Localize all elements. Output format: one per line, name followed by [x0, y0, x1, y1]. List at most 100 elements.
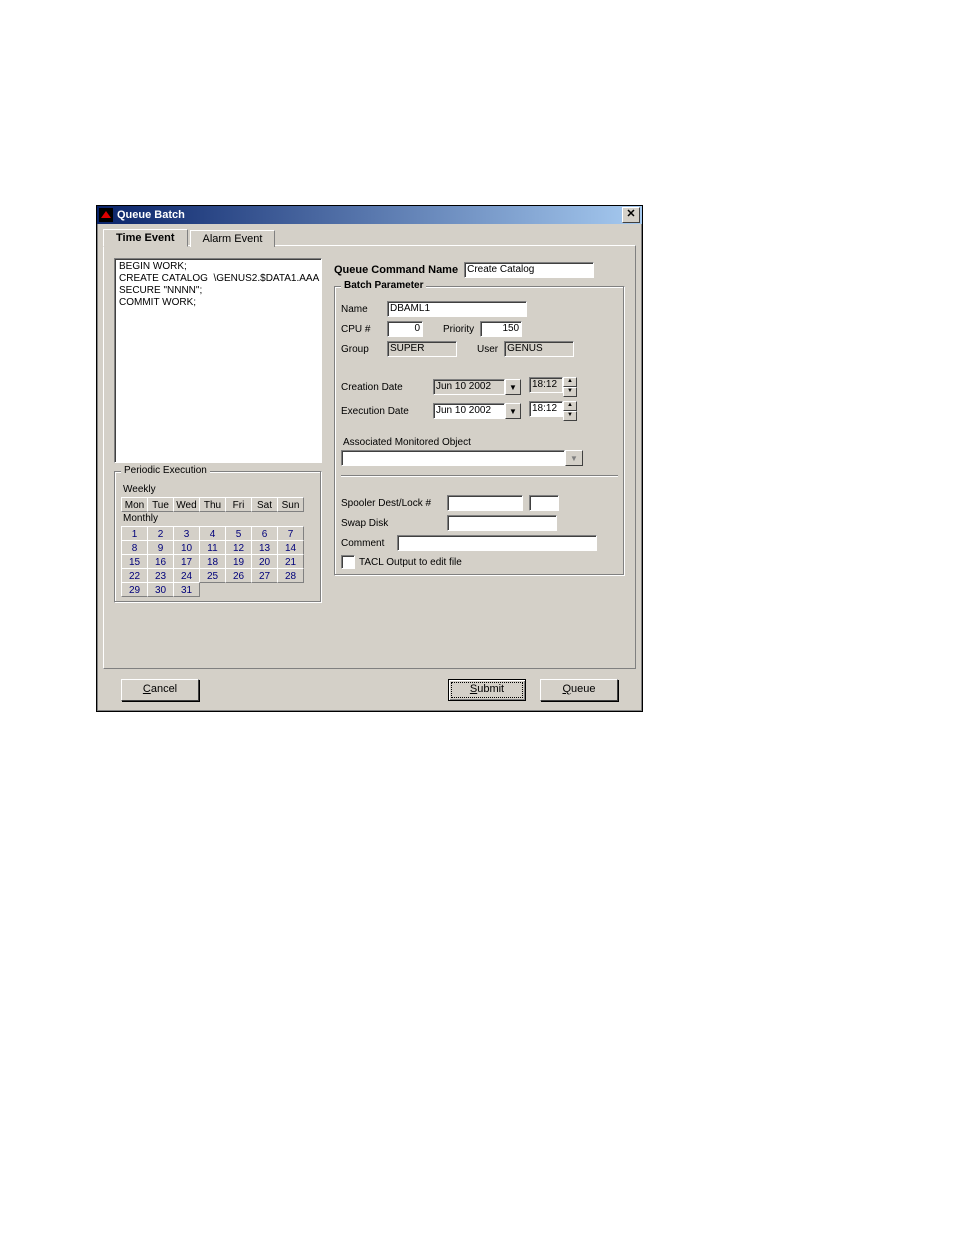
monthly-label: Monthly: [123, 513, 315, 524]
monthday-17[interactable]: 17: [173, 554, 200, 569]
client-area: Time Event Alarm Event BEGIN WORK; CREAT…: [97, 224, 642, 711]
associated-object-select[interactable]: ▼: [341, 450, 583, 466]
close-button[interactable]: ✕: [622, 207, 640, 223]
monthday-1[interactable]: 1: [121, 526, 148, 541]
execution-time-value: 18:12: [529, 401, 563, 417]
monthday-14[interactable]: 14: [277, 540, 304, 555]
associated-object-dropdown-icon[interactable]: ▼: [565, 450, 583, 466]
monthday-9[interactable]: 9: [147, 540, 174, 555]
monthday-2[interactable]: 2: [147, 526, 174, 541]
batch-parameter-group: Batch Parameter Name DBAML1 CPU # 0 Prio…: [334, 286, 625, 576]
monthday-31[interactable]: 31: [173, 582, 200, 597]
window-title: Queue Batch: [117, 209, 622, 221]
weekday-mon[interactable]: Mon: [121, 497, 148, 512]
comment-input[interactable]: [397, 535, 597, 551]
execution-date-dropdown-icon[interactable]: ▼: [505, 403, 521, 419]
associated-object-value: [341, 450, 565, 466]
monthday-13[interactable]: 13: [251, 540, 278, 555]
weekday-thu[interactable]: Thu: [199, 497, 226, 512]
cancel-button[interactable]: Cancel: [121, 679, 199, 701]
weekday-wed[interactable]: Wed: [173, 497, 200, 512]
monthday-20[interactable]: 20: [251, 554, 278, 569]
monthday-4[interactable]: 4: [199, 526, 226, 541]
batch-parameter-legend: Batch Parameter: [341, 280, 426, 291]
creation-date-label: Creation Date: [341, 382, 427, 393]
monthday-3[interactable]: 3: [173, 526, 200, 541]
monthday-15[interactable]: 15: [121, 554, 148, 569]
monthday-10[interactable]: 10: [173, 540, 200, 555]
script-textarea[interactable]: BEGIN WORK; CREATE CATALOG \GENUS2.$DATA…: [114, 258, 322, 463]
tab-time-event[interactable]: Time Event: [103, 229, 188, 247]
monthday-22[interactable]: 22: [121, 568, 148, 583]
user-label: User: [477, 344, 498, 355]
creation-time-up-icon[interactable]: ▲: [563, 377, 577, 387]
execution-time-spinner[interactable]: 18:12 ▲▼: [529, 401, 577, 421]
tabstrip: Time Event Alarm Event: [103, 228, 636, 246]
monthday-23[interactable]: 23: [147, 568, 174, 583]
cpu-input[interactable]: 0: [387, 321, 423, 337]
creation-time-value: 18:12: [529, 377, 563, 393]
periodic-execution-legend: Periodic Execution: [121, 465, 210, 476]
queue-batch-window: Queue Batch ✕ Time Event Alarm Event BEG…: [96, 205, 643, 712]
creation-time-spinner[interactable]: 18:12 ▲▼: [529, 377, 577, 397]
monthday-28[interactable]: 28: [277, 568, 304, 583]
priority-input[interactable]: 150: [480, 321, 522, 337]
monthday-26[interactable]: 26: [225, 568, 252, 583]
cancel-button-rest: ancel: [151, 683, 177, 695]
weekly-daystrip: Mon Tue Wed Thu Fri Sat Sun: [121, 497, 315, 511]
tacl-output-checkbox[interactable]: TACL Output to edit file: [341, 555, 618, 569]
execution-date-label: Execution Date: [341, 406, 427, 417]
queue-button[interactable]: Queue: [540, 679, 618, 701]
creation-date-dropdown-icon[interactable]: ▼: [505, 379, 521, 395]
weekday-sun[interactable]: Sun: [277, 497, 304, 512]
associated-object-label: Associated Monitored Object: [343, 437, 618, 448]
execution-time-down-icon[interactable]: ▼: [563, 411, 577, 421]
right-column: Queue Command Name Create Catalog Batch …: [334, 258, 625, 603]
tacl-output-label: TACL Output to edit file: [359, 557, 462, 568]
queue-command-name-input[interactable]: Create Catalog: [464, 262, 594, 278]
creation-date-picker[interactable]: Jun 10 2002 ▼: [433, 379, 521, 395]
execution-date-value: Jun 10 2002: [433, 403, 505, 419]
name-label: Name: [341, 304, 381, 315]
user-input[interactable]: GENUS: [504, 341, 574, 357]
group-label: Group: [341, 344, 381, 355]
weekday-tue[interactable]: Tue: [147, 497, 174, 512]
app-icon: [99, 208, 113, 222]
monthday-5[interactable]: 5: [225, 526, 252, 541]
monthday-18[interactable]: 18: [199, 554, 226, 569]
swap-disk-input[interactable]: [447, 515, 557, 531]
tab-alarm-event[interactable]: Alarm Event: [190, 230, 276, 247]
monthday-16[interactable]: 16: [147, 554, 174, 569]
weekly-label: Weekly: [123, 484, 315, 495]
monthday-11[interactable]: 11: [199, 540, 226, 555]
monthday-19[interactable]: 19: [225, 554, 252, 569]
cpu-label: CPU #: [341, 324, 381, 335]
name-input[interactable]: DBAML1: [387, 301, 527, 317]
submit-button[interactable]: Submit: [448, 679, 526, 701]
monthday-21[interactable]: 21: [277, 554, 304, 569]
spooler-lock-input[interactable]: [529, 495, 559, 511]
monthday-6[interactable]: 6: [251, 526, 278, 541]
monthday-8[interactable]: 8: [121, 540, 148, 555]
weekday-sat[interactable]: Sat: [251, 497, 278, 512]
titlebar[interactable]: Queue Batch ✕: [97, 206, 642, 224]
monthday-24[interactable]: 24: [173, 568, 200, 583]
monthday-12[interactable]: 12: [225, 540, 252, 555]
monthday-7[interactable]: 7: [277, 526, 304, 541]
monthday-25[interactable]: 25: [199, 568, 226, 583]
creation-time-down-icon[interactable]: ▼: [563, 387, 577, 397]
left-column: BEGIN WORK; CREATE CATALOG \GENUS2.$DATA…: [114, 258, 324, 603]
periodic-execution-group: Periodic Execution Weekly Mon Tue Wed Th…: [114, 471, 322, 603]
submit-button-rest: ubmit: [477, 683, 504, 695]
group-input[interactable]: SUPER: [387, 341, 457, 357]
monthday-27[interactable]: 27: [251, 568, 278, 583]
weekday-fri[interactable]: Fri: [225, 497, 252, 512]
monthday-29[interactable]: 29: [121, 582, 148, 597]
execution-date-picker[interactable]: Jun 10 2002 ▼: [433, 403, 521, 419]
execution-time-up-icon[interactable]: ▲: [563, 401, 577, 411]
queue-button-rest: ueue: [571, 683, 595, 695]
swap-disk-label: Swap Disk: [341, 518, 441, 529]
spooler-dest-input[interactable]: [447, 495, 523, 511]
monthday-30[interactable]: 30: [147, 582, 174, 597]
comment-label: Comment: [341, 538, 391, 549]
